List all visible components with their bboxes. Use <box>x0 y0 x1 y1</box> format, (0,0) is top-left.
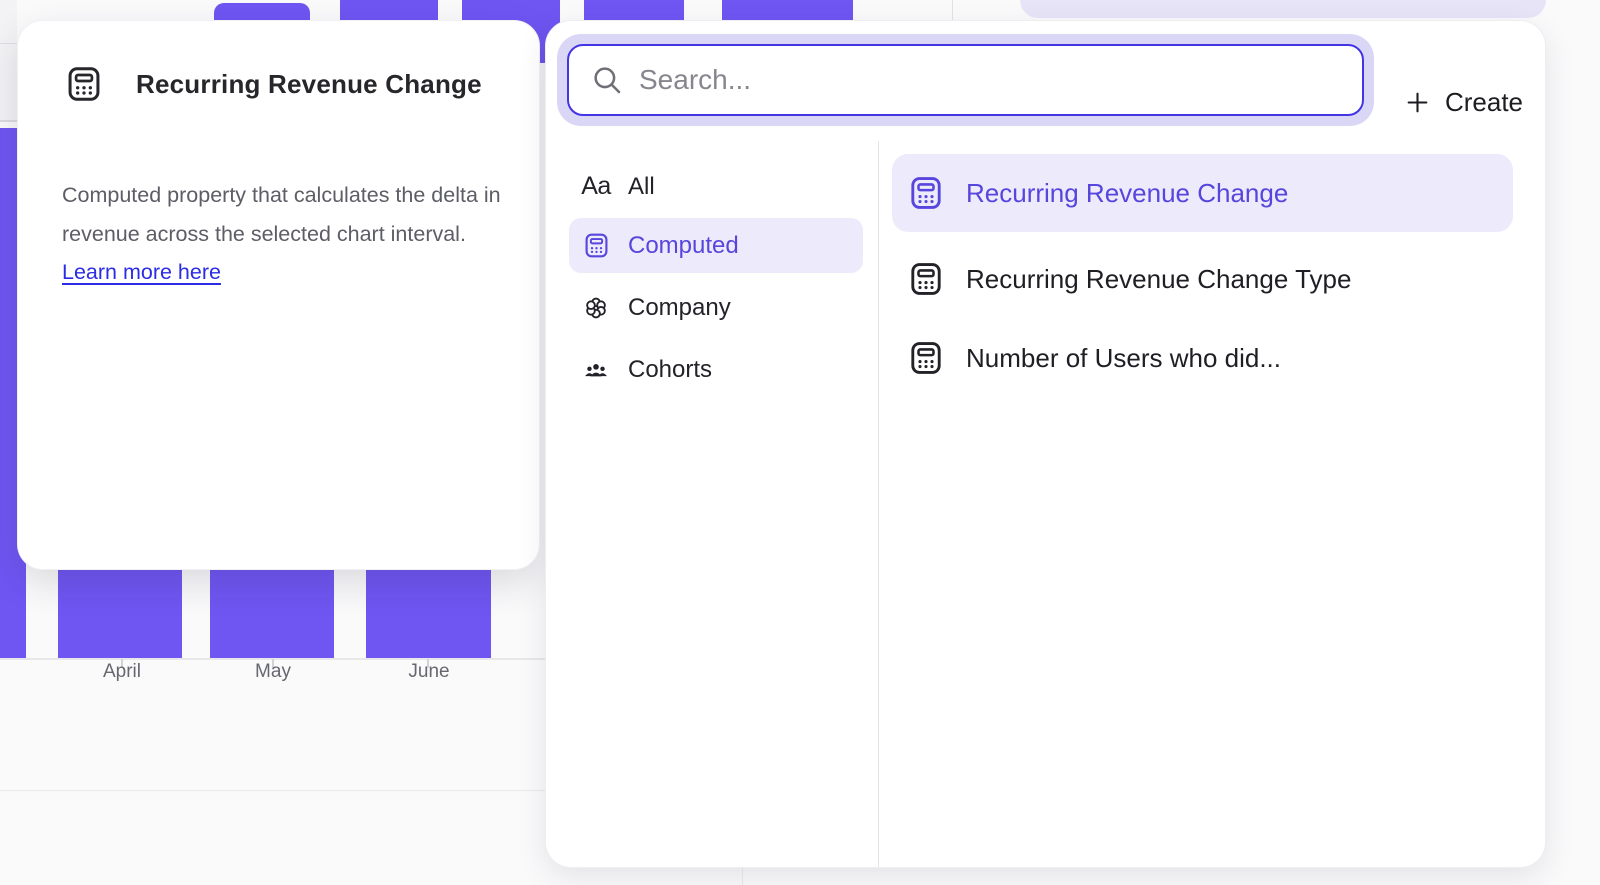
tooltip-title: Recurring Revenue Change <box>136 69 482 100</box>
panel-column-divider <box>878 141 879 867</box>
tooltip-description: Computed property that calculates the de… <box>62 176 512 292</box>
tooltip-header: Recurring Revenue Change <box>65 65 482 103</box>
category-label: Cohorts <box>628 356 712 384</box>
category-item-all[interactable]: Aa All <box>569 159 863 214</box>
tooltip-description-text: Computed property that calculates the de… <box>62 183 501 246</box>
calculator-icon <box>908 175 944 211</box>
property-picker-panel: Create Aa All Computed <box>545 20 1546 868</box>
calculator-icon <box>581 231 611 261</box>
result-label: Number of Users who did... <box>966 343 1281 374</box>
learn-more-link[interactable]: Learn more here <box>62 260 221 284</box>
background-panel-edge <box>0 790 545 791</box>
axis-label-may: May <box>255 661 291 683</box>
category-item-cohorts[interactable]: Cohorts <box>569 342 863 397</box>
calculator-icon <box>908 340 944 376</box>
search-icon <box>591 64 623 96</box>
create-button[interactable]: Create <box>1384 67 1544 137</box>
search-input[interactable] <box>639 64 1344 96</box>
app-background: April May June Recurring Revenue Change … <box>0 0 1600 885</box>
create-button-label: Create <box>1445 87 1523 118</box>
background-gutter <box>0 0 17 122</box>
result-item-recurring-revenue-change-type[interactable]: Recurring Revenue Change Type <box>892 240 1513 318</box>
result-item-number-of-users[interactable]: Number of Users who did... <box>892 319 1513 397</box>
background-divider-line <box>742 868 743 885</box>
category-label: Company <box>628 294 731 322</box>
result-item-recurring-revenue-change[interactable]: Recurring Revenue Change <box>892 154 1513 232</box>
result-label: Recurring Revenue Change <box>966 178 1288 209</box>
calculator-icon <box>908 261 944 297</box>
result-label: Recurring Revenue Change Type <box>966 264 1351 295</box>
calculator-icon <box>65 65 103 103</box>
axis-label-june: June <box>408 661 449 683</box>
search-focus-halo <box>557 34 1374 126</box>
axis-label-april: April <box>103 661 141 683</box>
category-item-company[interactable]: Company <box>569 280 863 335</box>
search-field[interactable] <box>567 44 1364 116</box>
background-divider-line <box>952 0 953 20</box>
company-cluster-icon <box>581 293 611 323</box>
property-tooltip-card: Recurring Revenue Change Computed proper… <box>17 20 540 570</box>
chart-x-axis <box>0 658 560 660</box>
background-gutter-line <box>0 43 17 44</box>
category-label: All <box>628 173 655 201</box>
truncated-highlighted-pill <box>1020 0 1546 18</box>
cohorts-people-icon <box>581 355 611 385</box>
plus-icon <box>1405 90 1430 115</box>
aa-text-icon: Aa <box>581 172 611 202</box>
category-label: Computed <box>628 232 739 260</box>
category-item-computed[interactable]: Computed <box>569 218 863 273</box>
